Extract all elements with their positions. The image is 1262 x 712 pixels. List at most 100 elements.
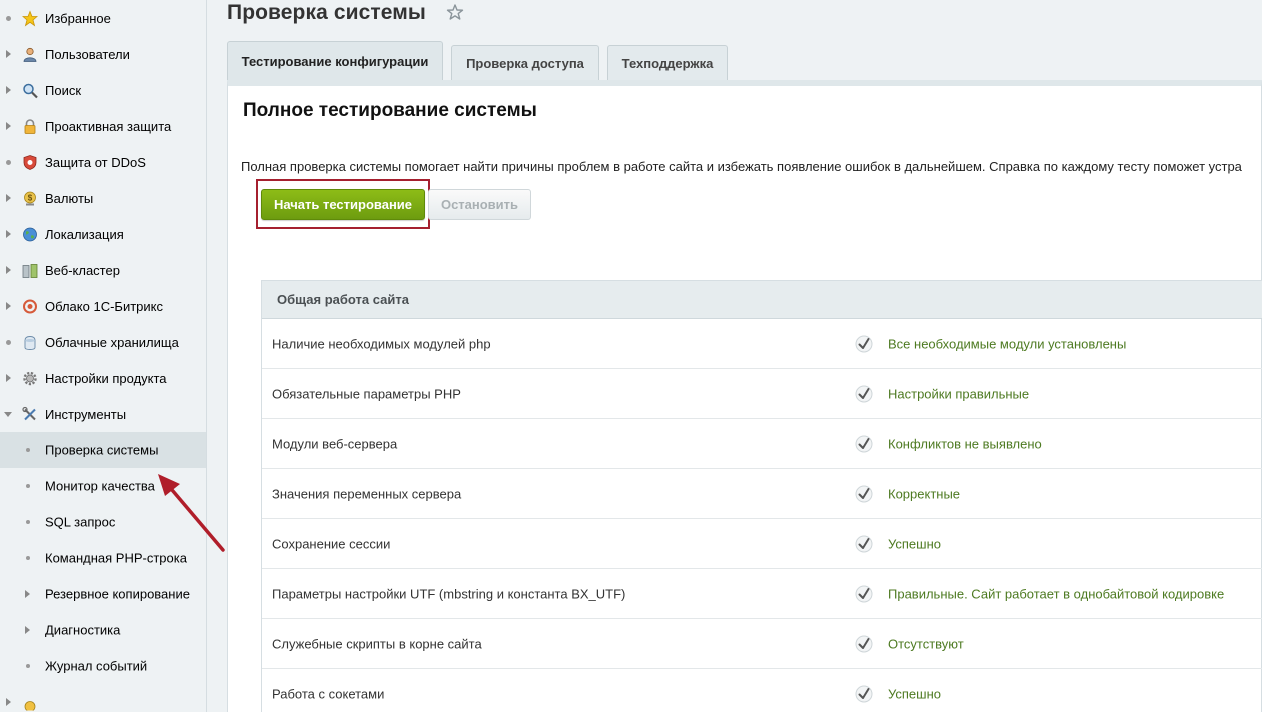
test-name: Модули веб-сервера	[272, 436, 398, 451]
test-name: Работа с сокетами	[272, 686, 385, 701]
expand-arrow-icon[interactable]	[25, 626, 30, 634]
table-row: Наличие необходимых модулей php Все необх…	[262, 319, 1262, 369]
sidebar-item-localization[interactable]: Локализация	[0, 216, 206, 252]
expand-arrow-icon[interactable]	[4, 122, 12, 130]
table-row: Работа с сокетами Успешно	[262, 669, 1262, 712]
sidebar-item-users[interactable]: Пользователи	[0, 36, 206, 72]
test-name: Значения переменных сервера	[272, 486, 462, 501]
tab-label: Проверка доступа	[466, 55, 584, 71]
sidebar-item-web-cluster[interactable]: Веб-кластер	[0, 252, 206, 288]
sidebar-item-label: Проактивная защита	[45, 118, 172, 134]
sidebar-item-proactive-protection[interactable]: Проактивная защита	[0, 108, 206, 144]
expand-arrow-icon[interactable]	[4, 698, 12, 706]
checkmark-icon	[855, 385, 873, 402]
expand-arrow-icon[interactable]	[4, 50, 12, 58]
expand-arrow-icon[interactable]	[25, 590, 30, 598]
sidebar-item-favorites[interactable]: Избранное	[0, 0, 206, 36]
sidebar-item-currencies[interactable]: $ Валюты	[0, 180, 206, 216]
sidebar-item-label: Облако 1С-Битрикс	[45, 298, 163, 314]
table-section-title: Общая работа сайта	[277, 292, 409, 307]
test-result: Отсутствуют	[888, 636, 964, 651]
tab-access-check[interactable]: Проверка доступа	[451, 45, 599, 80]
stop-button[interactable]: Остановить	[428, 189, 531, 220]
lock-icon	[21, 118, 38, 135]
test-name: Наличие необходимых модулей php	[272, 336, 491, 351]
sidebar-item-label: Валюты	[45, 190, 94, 206]
sidebar-item-bitrix-cloud[interactable]: Облако 1С-Битрикс	[0, 288, 206, 324]
star-icon	[21, 10, 38, 27]
sidebar-subitem-system-check[interactable]: Проверка системы	[0, 432, 206, 468]
checkmark-icon	[855, 685, 873, 702]
tab-configuration-testing[interactable]: Тестирование конфигурации	[227, 41, 443, 81]
sidebar-item-search[interactable]: Поиск	[0, 72, 206, 108]
tab-label: Техподдержка	[621, 55, 714, 71]
sidebar-item-partial[interactable]	[0, 684, 206, 712]
sidebar-item-label: Инструменты	[45, 406, 127, 422]
cloud-icon	[21, 298, 38, 315]
sidebar-item-label: Командная PHP-строка	[45, 550, 187, 566]
partial-icon	[21, 694, 38, 711]
checkmark-icon	[855, 585, 873, 602]
sidebar-item-label: Поиск	[45, 82, 82, 98]
sidebar-item-product-settings[interactable]: Настройки продукта	[0, 360, 206, 396]
expand-arrow-icon[interactable]	[4, 302, 12, 310]
tools-icon	[21, 406, 38, 423]
sidebar-subitem-diagnostics[interactable]: Диагностика	[0, 612, 206, 648]
expand-arrow-icon[interactable]	[4, 86, 12, 94]
test-result: Настройки правильные	[888, 386, 1030, 401]
tab-label: Тестирование конфигурации	[241, 54, 429, 69]
checkmark-icon	[855, 435, 873, 452]
svg-text:$: $	[27, 193, 32, 202]
sidebar-item-label: Монитор качества	[45, 478, 155, 494]
sidebar-item-label: Защита от DDoS	[45, 154, 146, 170]
expand-arrow-icon[interactable]	[4, 374, 12, 382]
start-testing-button[interactable]: Начать тестирование	[261, 189, 425, 220]
table-row: Служебные скрипты в корне сайта Отсутству…	[262, 619, 1262, 669]
table-row: Параметры настройки UTF (mbstring и конс…	[262, 569, 1262, 619]
magnifier-icon	[21, 82, 38, 99]
description-text: Полная проверка системы помогает найти п…	[241, 159, 1242, 174]
test-result: Все необходимые модули установлены	[888, 336, 1127, 351]
section-heading: Полное тестирование системы	[243, 100, 537, 121]
checkmark-icon	[855, 535, 873, 552]
test-name: Служебные скрипты в корне сайта	[272, 636, 482, 651]
expand-arrow-icon[interactable]	[4, 230, 12, 238]
sidebar-subitem-php-console[interactable]: Командная PHP-строка	[0, 540, 206, 576]
expand-arrow-icon[interactable]	[4, 194, 12, 202]
currency-icon: $	[21, 190, 38, 207]
collapse-arrow-icon[interactable]	[4, 410, 12, 418]
user-icon	[21, 46, 38, 63]
bullet-icon	[26, 484, 30, 488]
globe-icon	[21, 226, 38, 243]
table-rows: Наличие необходимых модулей php Все необх…	[262, 319, 1262, 712]
bullet-icon	[4, 338, 12, 346]
bullet-icon	[26, 556, 30, 560]
sidebar-item-label: Резервное копирование	[45, 586, 190, 602]
checkmark-icon	[855, 485, 873, 502]
test-result: Правильные. Сайт работает в однобайтовой…	[888, 586, 1225, 601]
expand-arrow-icon[interactable]	[4, 266, 12, 274]
bullet-icon	[26, 448, 30, 452]
table-row: Значения переменных сервера Корректные	[262, 469, 1262, 519]
sidebar-subitem-backup[interactable]: Резервное копирование	[0, 576, 206, 612]
bullet-icon	[4, 14, 12, 22]
favorite-star-icon[interactable]	[446, 3, 464, 21]
sidebar-item-tools[interactable]: Инструменты	[0, 396, 206, 432]
bullet-icon	[4, 158, 12, 166]
test-result: Успешно	[888, 686, 941, 701]
main-area: Проверка системы Тестирование конфигурац…	[208, 0, 1262, 712]
checkmark-icon	[855, 635, 873, 652]
sidebar-item-cloud-storage[interactable]: Облачные хранилища	[0, 324, 206, 360]
sidebar-item-label: Веб-кластер	[45, 262, 120, 278]
sidebar-item-label: Проверка системы	[45, 442, 159, 458]
sidebar-item-ddos[interactable]: Защита от DDoS	[0, 144, 206, 180]
test-result: Конфликтов не выявлено	[888, 436, 1042, 451]
sidebar-subitem-sql-query[interactable]: SQL запрос	[0, 504, 206, 540]
sidebar-item-label: Избранное	[45, 10, 111, 26]
tab-tech-support[interactable]: Техподдержка	[607, 45, 728, 80]
sidebar-subitem-event-log[interactable]: Журнал событий	[0, 648, 206, 684]
sidebar-subitem-quality-monitor[interactable]: Монитор качества	[0, 468, 206, 504]
table-row: Обязательные параметры PHP Настройки прав…	[262, 369, 1262, 419]
checkmark-icon	[855, 335, 873, 352]
sidebar-item-label: Пользователи	[45, 46, 130, 62]
